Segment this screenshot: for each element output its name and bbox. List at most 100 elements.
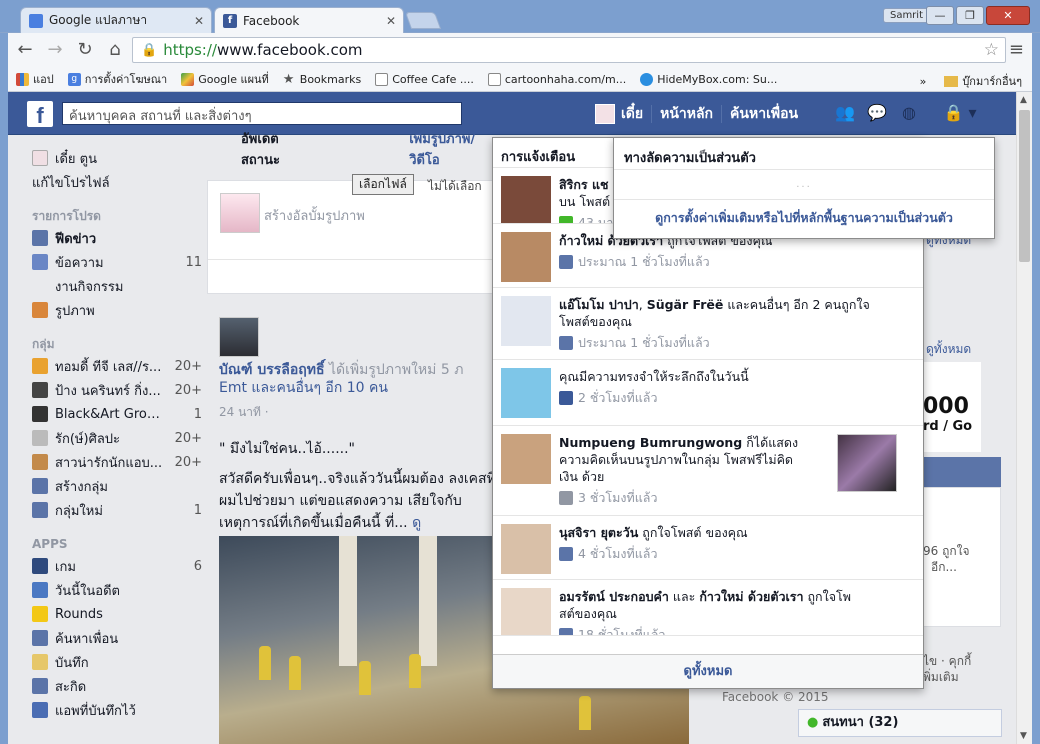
address-bar[interactable]: 🔒 https:// www.facebook.com ☆	[132, 37, 1006, 63]
news-feed-post: บัณฑ์ บรรลือฤทธิ์ ได้เพิ่มรูปภาพใหม่ 5 ภ…	[219, 317, 509, 534]
sidebar-app-6[interactable]: แอพที่บันทึกไว้	[32, 698, 202, 722]
forward-button[interactable]: →	[44, 39, 66, 61]
scrollbar-thumb[interactable]	[1019, 110, 1030, 262]
news-feed-icon	[32, 230, 48, 246]
tab-update-status[interactable]: อัพเดตสถานะ	[207, 128, 313, 180]
footer-more[interactable]: พิ่มเติม	[923, 668, 959, 687]
other-bookmarks[interactable]: » บุ๊กมาร์กอื่นๆ	[920, 72, 1022, 90]
see-more-link[interactable]: ดู	[412, 515, 421, 531]
sidebar-favorite-2[interactable]: งานกิจกรรม	[32, 274, 202, 298]
sidebar-group-6[interactable]: กลุ่มใหม่ 1	[32, 498, 202, 522]
sidebar-group-count: 20+	[174, 358, 202, 374]
friend-requests-icon[interactable]: 👥	[834, 103, 856, 123]
jewel-icons: 👥 💬 ◍ 🔒 ▾	[834, 103, 978, 123]
minimize-button[interactable]: —	[926, 6, 954, 25]
notification-item[interactable]: นุสจิรา ยุตะวัน ถูกใจโพสต์ ของคุณ 4 ชั่วโ…	[493, 516, 923, 580]
sidebar-profile[interactable]: เดี๋ย ตูน	[32, 146, 202, 170]
facebook-search-input[interactable]: ค้นหาบุคคล สถานที่ และสิ่งต่างๆ	[62, 102, 462, 125]
ad-banner[interactable]	[923, 457, 1001, 487]
profile-badge[interactable]: Samrit	[882, 8, 930, 23]
bookmark-cartoonhaha[interactable]: cartoonhaha.com/m...	[487, 72, 626, 86]
sidebar-group-3[interactable]: รัก(ษ์)ศิลปะ 20+	[32, 426, 202, 450]
see-all-link[interactable]: ดูทั้งหมด	[926, 340, 971, 359]
messages-icon[interactable]: 💬	[866, 103, 888, 123]
ad-text: 000	[923, 394, 969, 419]
bookmark-star-icon[interactable]: ☆	[984, 40, 999, 60]
sidebar-app-2[interactable]: Rounds	[32, 602, 202, 626]
scroll-down-icon[interactable]: ▼	[1020, 731, 1027, 741]
sidebar-favorite-1[interactable]: ข้อความ 11	[32, 250, 202, 274]
sidebar-group-5[interactable]: สร้างกลุ่ม	[32, 474, 202, 498]
facebook-logo[interactable]: f	[27, 101, 53, 128]
likes-more[interactable]: อีก...	[931, 558, 957, 577]
post-author[interactable]: บัณฑ์ บรรลือฤทธิ์	[219, 362, 325, 378]
nav-profile[interactable]: เดี๋ย	[621, 103, 643, 125]
bookmark-hidemybox[interactable]: HideMyBox.com: Su...	[640, 72, 777, 86]
new-tab-button[interactable]	[404, 12, 442, 29]
notification-item[interactable]: Numpueng Bumrungwong ก็ได้แสดง ความคิดเห็…	[493, 426, 923, 516]
sidebar-app-5[interactable]: สะกิด	[32, 674, 202, 698]
nav-home[interactable]: หน้าหลัก	[660, 103, 713, 125]
bookmark-apps[interactable]: แอป	[16, 70, 54, 88]
close-icon[interactable]: ✕	[194, 14, 204, 28]
nav-find-friends[interactable]: ค้นหาเพื่อน	[730, 103, 798, 125]
reload-button[interactable]: ↻	[74, 39, 96, 61]
window-close-button[interactable]: ✕	[986, 6, 1030, 25]
sidebar-app-4[interactable]: บันทึก	[32, 650, 202, 674]
see-all-notifications[interactable]: ดูทั้งหมด	[493, 654, 923, 688]
sidebar-group-1[interactable]: ป้าง นครินทร์ กิ่ง... 20+	[32, 378, 202, 402]
notification-text-bold2: ก้าวใหม่ ด้วยตัวเรา	[699, 589, 804, 604]
music-icon	[32, 382, 48, 398]
tab-title: Google แปลภาษา	[49, 13, 148, 27]
photo-detail	[579, 696, 591, 730]
on-this-day-icon	[32, 582, 48, 598]
avatar[interactable]	[595, 103, 615, 124]
back-button[interactable]: ←	[14, 39, 36, 61]
avatar	[220, 193, 260, 233]
post-tagged[interactable]: Emt และคนอื่นๆ อีก 10 คน	[219, 380, 388, 396]
notification-text: อมรรัตน์ ประกอบคำ และ ก้าวใหม่ ด้วยตัวเร…	[559, 588, 915, 622]
ad-subtext: rd / Go	[923, 419, 973, 434]
saved-icon	[32, 702, 48, 718]
sidebar-app-0[interactable]: เกม 6	[32, 554, 202, 578]
home-button[interactable]: ⌂	[104, 39, 126, 61]
chat-bar[interactable]: ● สนทนา (32)	[798, 709, 1002, 737]
privacy-settings-link[interactable]: ดูการตั้งค่าเพิ่มเติมหรือไปที่หลักพื้นฐา…	[614, 200, 994, 236]
avatar[interactable]	[219, 317, 259, 357]
bookmark-google-maps[interactable]: Google แผนที่	[181, 70, 269, 88]
groups-header: กลุ่ม	[32, 337, 55, 351]
restore-button[interactable]: ❐	[956, 6, 984, 25]
notification-text3: ถูกใจโพ	[803, 589, 851, 604]
privacy-shortcuts-icon[interactable]: 🔒 ▾	[942, 103, 978, 123]
sidebar-group-2[interactable]: Black&Art Group... 1	[32, 402, 202, 426]
page-scrollbar[interactable]: ▲ ▼	[1016, 92, 1032, 744]
notification-item[interactable]: แอ๊โมโม ปาปา, Sügär Frëë และคนอื่นๆ อีก …	[493, 288, 923, 360]
tab-google-translate[interactable]: Google แปลภาษา ✕	[20, 7, 212, 33]
sidebar-app-3[interactable]: ค้นหาเพื่อน	[32, 626, 202, 650]
chrome-menu-icon[interactable]: ≡	[1009, 39, 1024, 60]
choose-file-button[interactable]: เลือกไฟล์	[352, 174, 414, 195]
sidebar-favorite-3[interactable]: รูปภาพ	[32, 298, 202, 322]
like-icon	[559, 335, 573, 350]
bookmark-label: การตั้งค่าโฆษณา	[84, 73, 168, 86]
notification-item[interactable]: อมรรัตน์ ประกอบคำ และ ก้าวใหม่ ด้วยตัวเร…	[493, 580, 923, 636]
tab-facebook[interactable]: f Facebook ✕	[214, 7, 404, 33]
notification-text: ก็ได้แสดง	[742, 435, 799, 450]
sidebar-group-0[interactable]: ทอมดี้ ทีจี เลส//ร... 20+	[32, 354, 202, 378]
sponsored-ad[interactable]: 000 rd / Go	[923, 362, 981, 452]
composer-input[interactable]: สร้างอัลบั้มรูปภาพ	[264, 205, 365, 226]
post-time[interactable]: 24 นาที ·	[219, 403, 509, 422]
notification-item[interactable]: คุณมีความทรงจำให้ระลึกถึงในวันนี้ 2 ชั่วโ…	[493, 360, 923, 426]
scroll-up-icon[interactable]: ▲	[1020, 95, 1027, 105]
bookmark-ad-settings[interactable]: g การตั้งค่าโฆษณา	[67, 70, 168, 88]
sidebar-group-4[interactable]: สาวน่ารักนักแอบ... 20+	[32, 450, 202, 474]
notifications-globe-icon[interactable]: ◍	[898, 103, 920, 123]
sidebar-app-1[interactable]: วันนี้ในอดีต	[32, 578, 202, 602]
sidebar-favorite-0[interactable]: ฟีดข่าว	[32, 226, 202, 250]
edit-profile-link[interactable]: แก้ไขโปรไฟล์	[32, 170, 202, 194]
bookmark-bookmarks[interactable]: ★ Bookmarks	[283, 73, 361, 86]
bookmark-coffee-cafe[interactable]: Coffee Cafe ....	[375, 72, 474, 86]
close-icon[interactable]: ✕	[386, 14, 396, 28]
sidebar-favorite-label: ข้อความ	[55, 255, 104, 271]
tab-add-photo[interactable]: เพิ่มรูปภาพ/วิดีโอ	[313, 128, 497, 180]
